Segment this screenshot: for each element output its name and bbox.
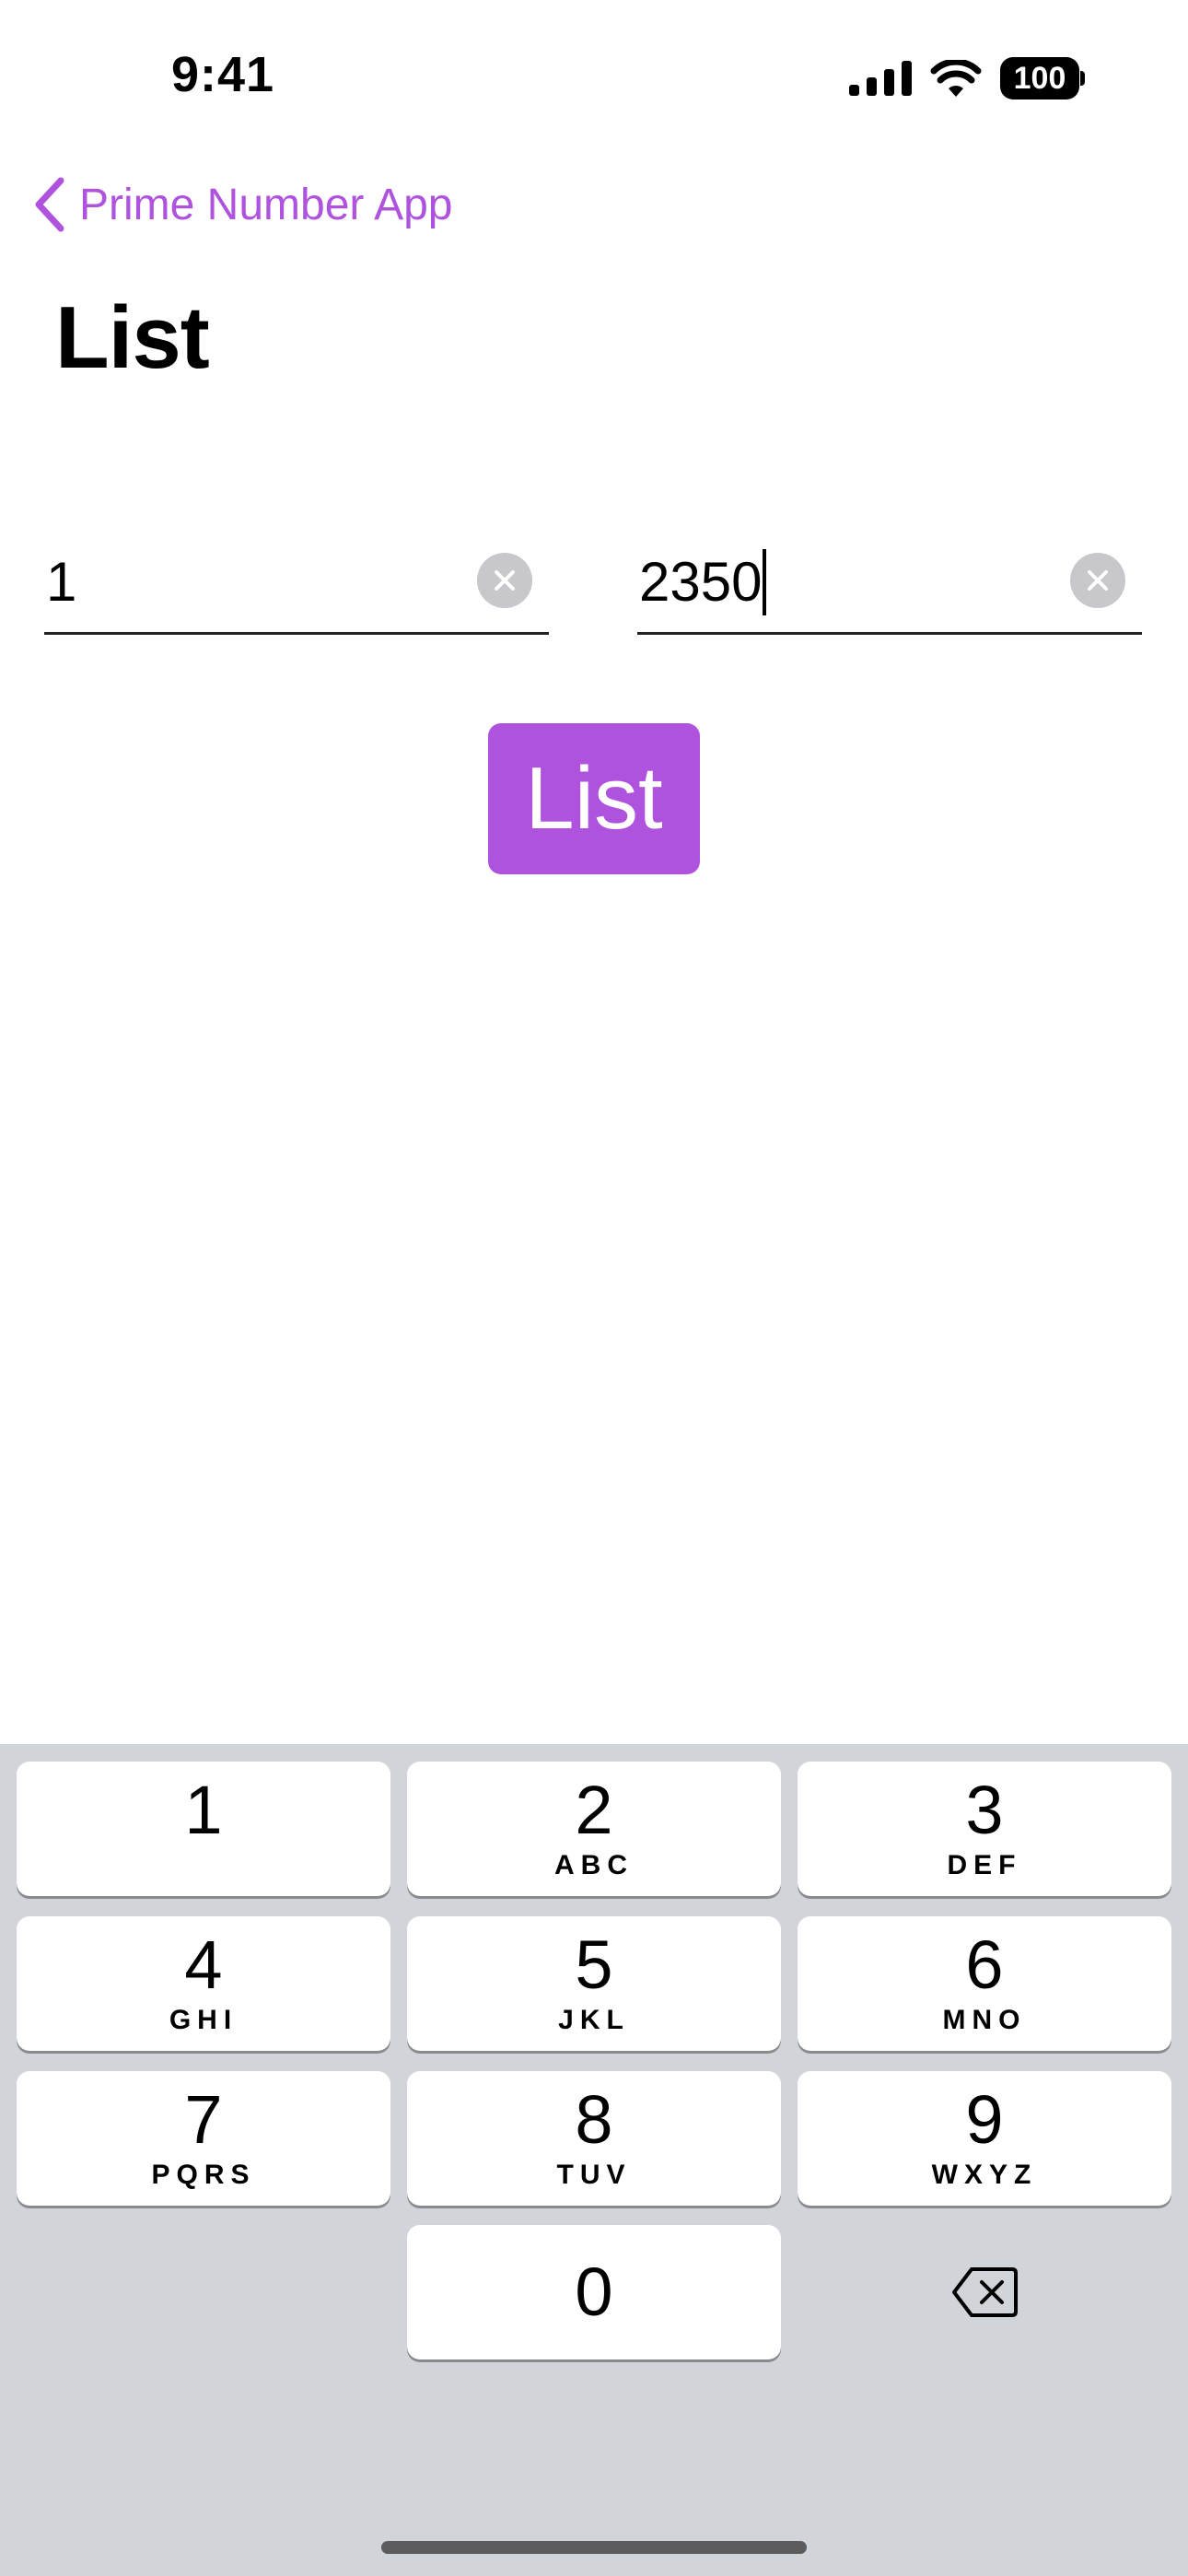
battery-level: 100	[1000, 57, 1079, 100]
key-digit: 6	[965, 1926, 1004, 2003]
key-9[interactable]: 9 WXYZ	[798, 2071, 1171, 2206]
key-digit: 8	[575, 2081, 613, 2158]
close-icon	[1088, 570, 1108, 591]
chevron-left-icon	[35, 177, 64, 232]
page-title: List	[55, 288, 210, 387]
end-number-field[interactable]: 2350	[637, 544, 1142, 635]
clear-end-button[interactable]	[1070, 553, 1125, 608]
end-number-text: 2350	[639, 551, 763, 613]
key-0[interactable]: 0	[407, 2225, 781, 2359]
key-digit: 4	[184, 1926, 223, 2003]
key-3[interactable]: 3 DEF	[798, 1762, 1171, 1896]
key-6[interactable]: 6 MNO	[798, 1916, 1171, 2051]
key-7[interactable]: 7 PQRS	[17, 2071, 390, 2206]
key-letters: DEF	[947, 1850, 1022, 1880]
battery-cap	[1080, 71, 1085, 86]
wifi-icon	[930, 60, 982, 97]
back-button[interactable]: Prime Number App	[33, 177, 453, 232]
key-letters: ABC	[554, 1850, 634, 1880]
key-digit: 5	[575, 1926, 613, 2003]
key-digit: 0	[575, 2254, 613, 2330]
key-letters: PQRS	[151, 2160, 256, 2190]
text-cursor	[763, 549, 767, 615]
end-number-value: 2350	[639, 549, 767, 615]
key-8[interactable]: 8 TUV	[407, 2071, 781, 2206]
status-icons: 100	[849, 57, 1085, 100]
key-letters: GHI	[169, 2005, 239, 2035]
status-time: 9:41	[171, 47, 275, 102]
delete-key[interactable]	[798, 2225, 1171, 2359]
key-digit: 1	[184, 1772, 223, 1848]
key-5[interactable]: 5 JKL	[407, 1916, 781, 2051]
key-letters: MNO	[942, 2005, 1027, 2035]
key-digit: 7	[184, 2081, 223, 2158]
key-digit: 9	[965, 2081, 1004, 2158]
key-digit: 2	[575, 1772, 613, 1848]
key-2[interactable]: 2 ABC	[407, 1762, 781, 1896]
battery-icon: 100	[1000, 57, 1085, 100]
key-1[interactable]: 1	[17, 1762, 390, 1896]
start-number-text: 1	[46, 551, 77, 613]
back-button-label: Prime Number App	[79, 180, 453, 229]
list-button[interactable]: List	[488, 723, 700, 874]
key-digit: 3	[965, 1772, 1004, 1848]
key-letters: WXYZ	[931, 2160, 1038, 2190]
start-number-value: 1	[46, 549, 76, 615]
delete-backspace-icon	[952, 2267, 1018, 2317]
key-4[interactable]: 4 GHI	[17, 1916, 390, 2051]
clear-start-button[interactable]	[477, 553, 532, 608]
home-indicator[interactable]	[381, 2541, 807, 2554]
close-icon	[495, 570, 515, 591]
key-letters: JKL	[558, 2005, 630, 2035]
start-number-field[interactable]: 1	[44, 544, 549, 635]
status-bar: 9:41 100	[0, 0, 1188, 147]
key-letters: TUV	[556, 2160, 632, 2190]
cellular-signal-icon	[849, 61, 912, 96]
